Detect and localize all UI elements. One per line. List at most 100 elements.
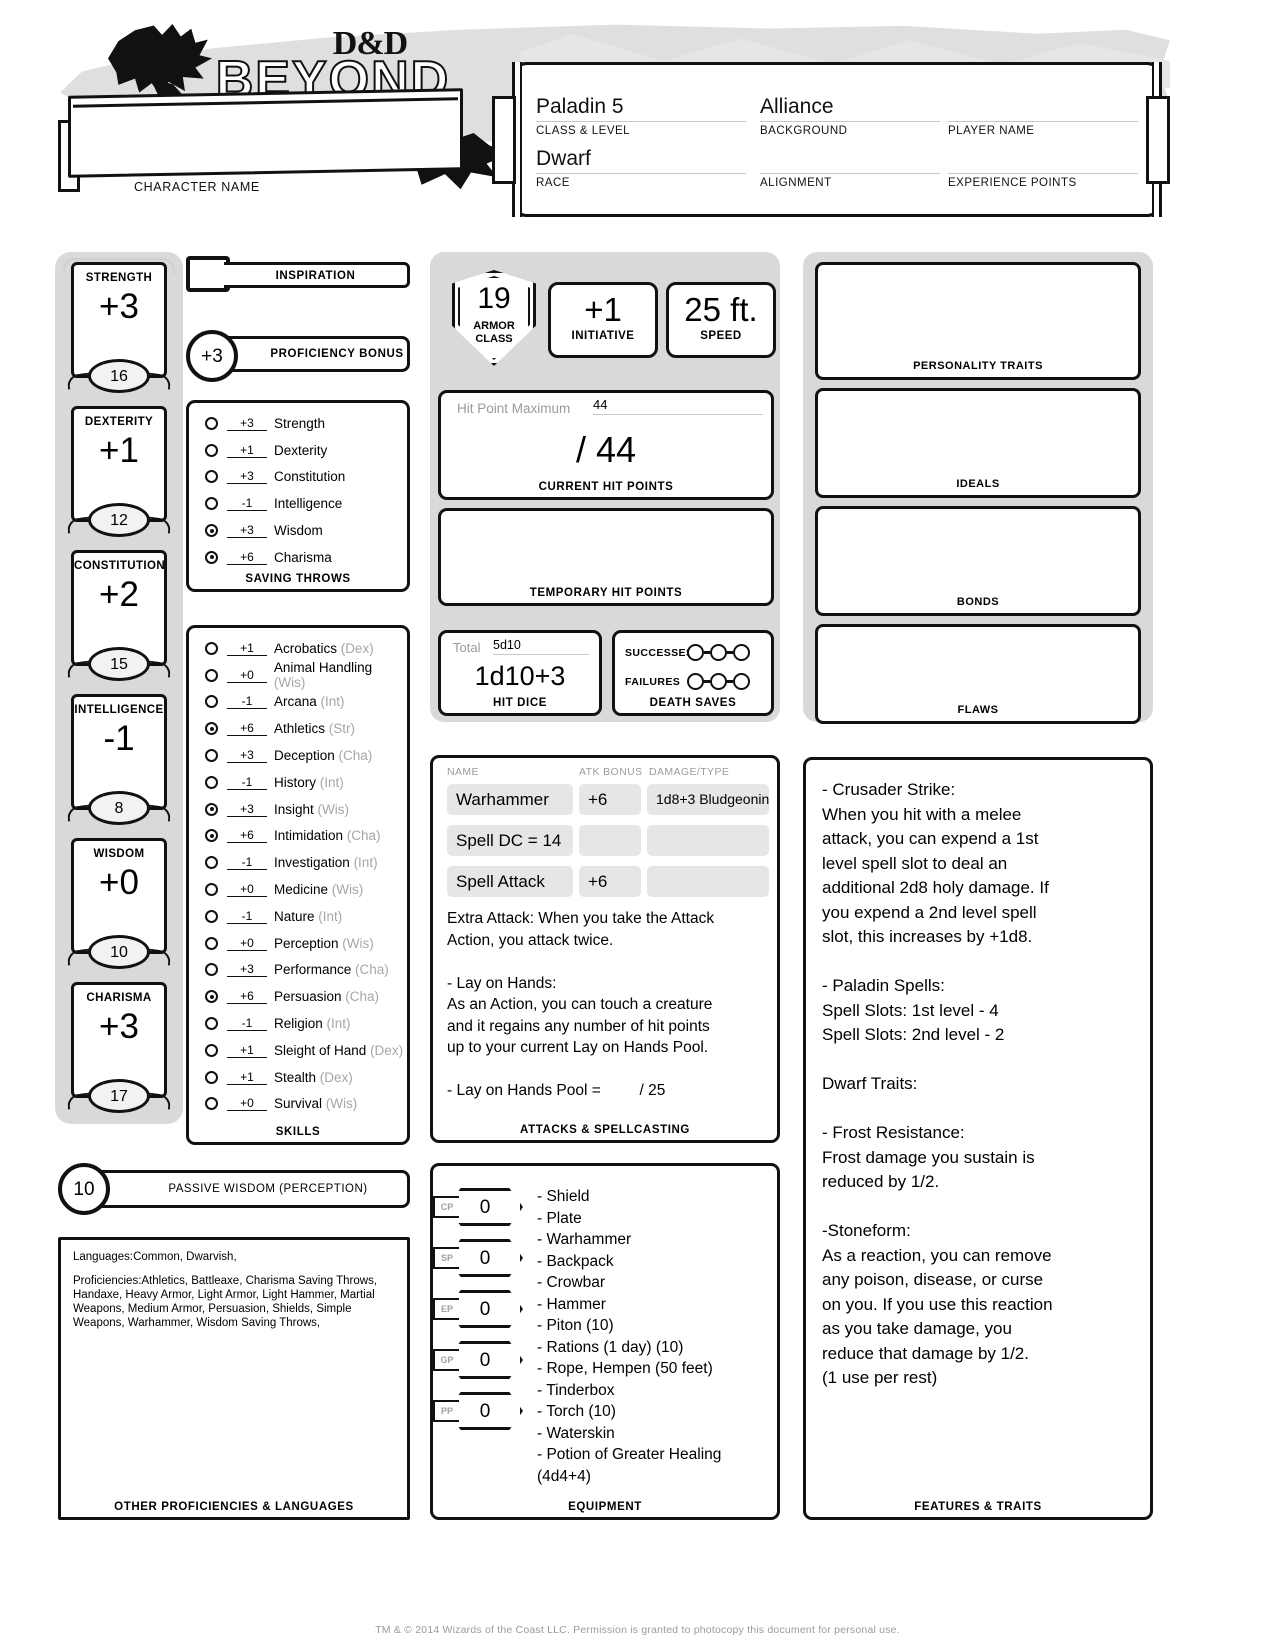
skill-row[interactable]: +0 Animal Handling (Wis) bbox=[189, 660, 407, 690]
proficiency-bubble[interactable] bbox=[205, 829, 218, 843]
skill-row[interactable]: +0 Perception (Wis) bbox=[189, 930, 407, 957]
attack-name-cell[interactable]: Warhammer bbox=[447, 784, 573, 815]
flaws-box[interactable]: FLAWS bbox=[815, 624, 1141, 724]
skill-row[interactable]: +3 Deception (Cha) bbox=[189, 742, 407, 769]
saving-throw-row[interactable]: +3 Constitution bbox=[189, 464, 407, 491]
hit-point-maximum-value[interactable]: 44 bbox=[593, 397, 763, 415]
background-field[interactable]: Alliance BACKGROUND bbox=[760, 95, 940, 137]
player-name-field[interactable]: PLAYER NAME bbox=[948, 95, 1138, 137]
proficiency-bubble[interactable] bbox=[205, 722, 218, 736]
attack-damage-cell[interactable]: 1d8+3 Bludgeoning bbox=[647, 784, 769, 815]
ability-score[interactable]: 17 bbox=[88, 1079, 150, 1113]
death-save-success-bubble[interactable] bbox=[733, 644, 750, 661]
saving-throw-row[interactable]: -1 Intelligence bbox=[189, 490, 407, 517]
death-save-failure-bubble[interactable] bbox=[710, 673, 727, 690]
saving-throw-value[interactable]: +3 bbox=[227, 416, 267, 431]
temporary-hit-points-box[interactable]: TEMPORARY HIT POINTS bbox=[438, 508, 774, 606]
proficiency-bubble[interactable] bbox=[205, 802, 218, 816]
attack-damage-cell[interactable] bbox=[647, 866, 769, 897]
saving-throw-value[interactable]: +1 bbox=[227, 443, 267, 458]
hit-dice-box[interactable]: Total 5d10 1d10+3 HIT DICE bbox=[438, 630, 602, 716]
skill-value[interactable]: +1 bbox=[227, 1043, 267, 1058]
passive-wisdom-value[interactable]: 10 bbox=[58, 1163, 110, 1215]
skill-row[interactable]: +1 Stealth (Dex) bbox=[189, 1064, 407, 1091]
proficiency-bubble[interactable] bbox=[205, 1043, 218, 1057]
proficiency-bubble[interactable] bbox=[205, 416, 218, 430]
saving-throw-value[interactable]: +3 bbox=[227, 523, 267, 539]
skill-value[interactable]: -1 bbox=[227, 909, 267, 924]
ability-dexterity[interactable]: DEXTERITY +1 12 bbox=[71, 406, 167, 537]
skill-row[interactable]: -1 Religion (Int) bbox=[189, 1010, 407, 1037]
skill-value[interactable]: +3 bbox=[227, 802, 267, 817]
skill-value[interactable]: +0 bbox=[227, 936, 267, 951]
attacks-notes[interactable]: Extra Attack: When you take the Attack A… bbox=[447, 908, 769, 1102]
ability-constitution[interactable]: CONSTITUTION +2 15 bbox=[71, 550, 167, 681]
proficiency-bubble[interactable] bbox=[205, 1097, 218, 1111]
skill-value[interactable]: +0 bbox=[227, 1096, 267, 1112]
current-hit-points-value[interactable]: / 44 bbox=[441, 429, 771, 471]
ideals-box[interactable]: IDEALS bbox=[815, 388, 1141, 498]
skill-value[interactable]: -1 bbox=[227, 694, 267, 710]
skill-row[interactable]: +1 Sleight of Hand (Dex) bbox=[189, 1037, 407, 1064]
ability-score[interactable]: 10 bbox=[88, 935, 150, 969]
skill-value[interactable]: -1 bbox=[227, 855, 267, 871]
proficiency-bubble[interactable] bbox=[205, 775, 218, 789]
ability-score[interactable]: 8 bbox=[88, 791, 150, 825]
bonds-box[interactable]: BONDS bbox=[815, 506, 1141, 616]
skill-value[interactable]: -1 bbox=[227, 1016, 267, 1032]
ability-score[interactable]: 15 bbox=[88, 647, 150, 681]
proficiency-bubble[interactable] bbox=[205, 1070, 218, 1084]
other-proficiencies-text[interactable]: Languages:Common, Dwarvish, Proficiencie… bbox=[73, 1250, 399, 1340]
ability-wisdom[interactable]: WISDOM +0 10 bbox=[71, 838, 167, 969]
personality-traits-box[interactable]: PERSONALITY TRAITS bbox=[815, 262, 1141, 380]
proficiency-bubble[interactable] bbox=[205, 909, 218, 923]
skill-row[interactable]: +6 Persuasion (Cha) bbox=[189, 983, 407, 1010]
skill-row[interactable]: +0 Survival (Wis) bbox=[189, 1091, 407, 1118]
initiative-box[interactable]: +1 INITIATIVE bbox=[548, 282, 658, 358]
skill-row[interactable]: +6 Intimidation (Cha) bbox=[189, 823, 407, 850]
skill-row[interactable]: -1 Investigation (Int) bbox=[189, 849, 407, 876]
attack-bonus-cell[interactable]: +6 bbox=[579, 866, 641, 897]
skill-value[interactable]: +6 bbox=[227, 989, 267, 1005]
proficiency-bubble[interactable] bbox=[205, 524, 218, 538]
skill-row[interactable]: -1 Nature (Int) bbox=[189, 903, 407, 930]
death-save-success-bubble[interactable] bbox=[687, 644, 704, 661]
skill-row[interactable]: -1 Arcana (Int) bbox=[189, 689, 407, 716]
proficiency-bubble[interactable] bbox=[205, 936, 218, 950]
attack-name-cell[interactable]: Spell DC = 14 bbox=[447, 825, 573, 856]
race-field[interactable]: Dwarf RACE bbox=[536, 147, 746, 189]
proficiency-bubble[interactable] bbox=[205, 443, 218, 457]
proficiency-bubble[interactable] bbox=[205, 641, 218, 655]
ability-charisma[interactable]: CHARISMA +3 17 bbox=[71, 982, 167, 1113]
death-save-failure-bubble[interactable] bbox=[733, 673, 750, 690]
death-save-success-bubble[interactable] bbox=[710, 644, 727, 661]
proficiency-bubble[interactable] bbox=[205, 1017, 218, 1031]
proficiency-bubble[interactable] bbox=[205, 497, 218, 511]
skill-value[interactable]: +3 bbox=[227, 748, 267, 764]
proficiency-bonus-value[interactable]: +3 bbox=[186, 330, 238, 382]
saving-throw-row[interactable]: +1 Dexterity bbox=[189, 437, 407, 464]
hit-dice-total-value[interactable]: 5d10 bbox=[493, 638, 589, 655]
attack-bonus-cell[interactable] bbox=[579, 825, 641, 856]
saving-throw-row[interactable]: +3 Strength bbox=[189, 410, 407, 437]
ability-strength[interactable]: STRENGTH +3 16 bbox=[71, 262, 167, 393]
skill-row[interactable]: +1 Acrobatics (Dex) bbox=[189, 635, 407, 662]
skill-value[interactable]: +6 bbox=[227, 721, 267, 737]
ability-score[interactable]: 16 bbox=[88, 359, 150, 393]
skill-value[interactable]: +1 bbox=[227, 641, 267, 656]
ability-intelligence[interactable]: INTELLIGENCE -1 8 bbox=[71, 694, 167, 825]
proficiency-bubble[interactable] bbox=[205, 749, 218, 763]
proficiency-bubble[interactable] bbox=[205, 668, 218, 682]
proficiency-bubble[interactable] bbox=[205, 856, 218, 870]
current-hit-points-box[interactable]: Hit Point Maximum 44 / 44 CURRENT HIT PO… bbox=[438, 390, 774, 500]
proficiency-bubble[interactable] bbox=[205, 695, 218, 709]
speed-box[interactable]: 25 ft. SPEED bbox=[666, 282, 776, 358]
ability-score[interactable]: 12 bbox=[88, 503, 150, 537]
saving-throw-row[interactable]: +6 Charisma bbox=[189, 544, 407, 571]
saving-throw-value[interactable]: -1 bbox=[227, 496, 267, 512]
skill-row[interactable]: -1 History (Int) bbox=[189, 769, 407, 796]
attack-name-cell[interactable]: Spell Attack bbox=[447, 866, 573, 897]
skill-value[interactable]: +3 bbox=[227, 962, 267, 978]
alignment-field[interactable]: ALIGNMENT bbox=[760, 147, 940, 189]
hit-dice-value[interactable]: 1d10+3 bbox=[441, 661, 599, 692]
